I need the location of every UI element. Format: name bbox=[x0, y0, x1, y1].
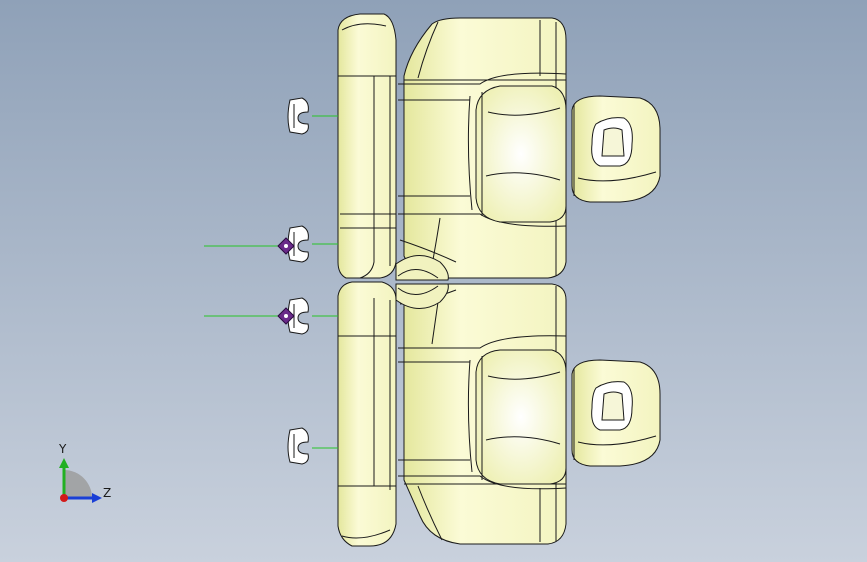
model-canvas[interactable] bbox=[0, 0, 867, 562]
x-axis-origin bbox=[60, 494, 68, 502]
lower-seat-back-panel[interactable] bbox=[337, 281, 397, 547]
upper-seat-center-pad bbox=[475, 85, 567, 223]
upper-seat-back-panel[interactable] bbox=[337, 13, 397, 279]
graphics-viewport[interactable]: Y Z bbox=[0, 0, 867, 562]
lower-seat-center-pad bbox=[475, 349, 567, 485]
y-axis-label: Y bbox=[59, 442, 67, 456]
z-axis-label: Z bbox=[103, 486, 112, 500]
